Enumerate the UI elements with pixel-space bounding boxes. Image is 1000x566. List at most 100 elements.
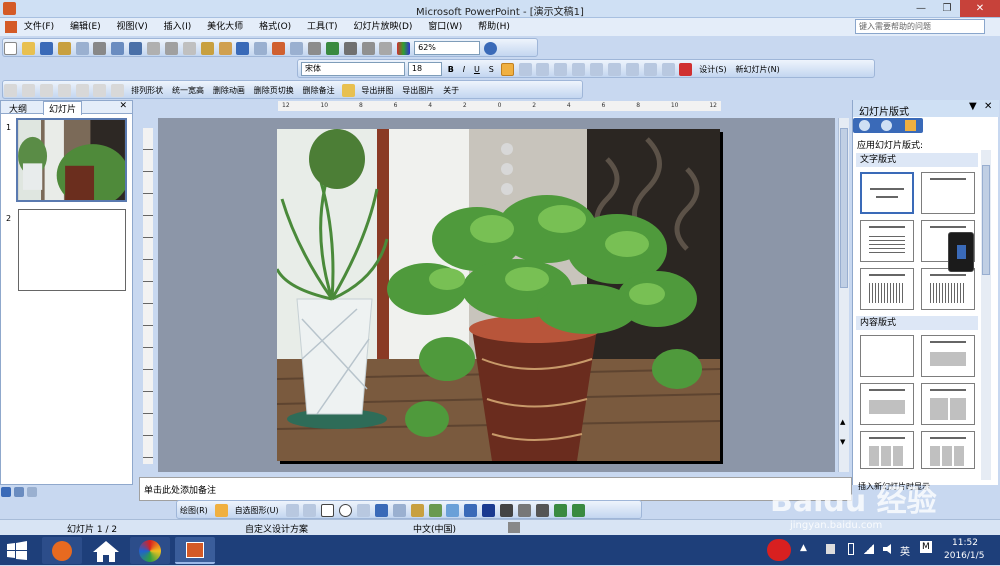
layout-bullets[interactable]	[860, 268, 914, 310]
sorter-view-icon[interactable]	[13, 487, 24, 497]
beautify-icon-5[interactable]	[75, 84, 89, 97]
format-painter-icon[interactable]	[218, 42, 232, 55]
clock-date[interactable]: 2016/1/5	[944, 551, 984, 561]
copy-icon[interactable]	[182, 42, 196, 55]
design-button[interactable]: 设计(S)	[699, 60, 726, 79]
ime-m-indicator[interactable]: M	[920, 541, 932, 553]
about-button[interactable]: 关于	[443, 81, 459, 100]
slideshow-view-icon[interactable]	[26, 487, 37, 497]
clipart-icon[interactable]	[410, 504, 424, 517]
back-icon[interactable]	[859, 120, 870, 131]
slide-canvas[interactable]	[277, 129, 720, 461]
layout-two-columns[interactable]	[921, 268, 975, 310]
tables-borders-icon[interactable]	[307, 42, 321, 55]
open-icon[interactable]	[21, 42, 35, 55]
restore-button[interactable]: ❐	[934, 0, 960, 17]
align-left-icon[interactable]	[500, 63, 514, 76]
home-taskbar-icon[interactable]	[86, 537, 126, 564]
underline-button[interactable]: U	[474, 60, 480, 79]
browser-taskbar-icon[interactable]	[42, 537, 82, 564]
beautify-icon-7[interactable]	[111, 84, 125, 97]
spelling-icon[interactable]	[129, 42, 143, 55]
minimize-button[interactable]: —	[908, 0, 934, 17]
numbering-icon[interactable]	[590, 63, 604, 76]
workspace-scrollbar[interactable]: ▲ ▼	[838, 118, 849, 472]
new-icon[interactable]	[4, 42, 17, 55]
beautify-icon-1[interactable]	[4, 84, 17, 97]
layout-four-content[interactable]	[921, 383, 975, 425]
close-icon[interactable]: ✕	[984, 101, 992, 112]
chart-icon[interactable]	[272, 42, 286, 55]
task-pane-scroll-thumb[interactable]	[982, 165, 990, 275]
print-preview-icon[interactable]	[111, 42, 125, 55]
text-direction-icon[interactable]	[572, 63, 586, 76]
research-icon[interactable]	[147, 42, 160, 55]
powerpoint-taskbar-icon[interactable]	[175, 537, 215, 564]
wordart-icon[interactable]	[374, 504, 388, 517]
doc-icon[interactable]	[5, 20, 17, 33]
diagram-icon[interactable]	[392, 504, 406, 517]
permission-icon[interactable]	[57, 42, 71, 55]
menu-insert[interactable]: 插入(I)	[164, 18, 192, 36]
menu-edit[interactable]: 编辑(E)	[70, 18, 101, 36]
line-style-icon[interactable]	[500, 504, 514, 517]
layout-blank[interactable]	[860, 335, 914, 377]
menu-tools[interactable]: 工具(T)	[307, 18, 338, 36]
distribute-icon[interactable]	[554, 63, 568, 76]
menu-view[interactable]: 视图(V)	[117, 18, 148, 36]
textbox-icon[interactable]	[357, 504, 371, 517]
tab-outline[interactable]: 大纲	[9, 102, 27, 115]
indent-icon[interactable]	[661, 63, 675, 76]
start-windows-icon[interactable]	[6, 537, 30, 564]
show-formatting-icon[interactable]	[361, 42, 375, 55]
color-grayscale-icon[interactable]	[397, 42, 411, 55]
menu-help[interactable]: 帮助(H)	[478, 18, 510, 36]
export-icon[interactable]	[341, 84, 355, 97]
beautify-icon-6[interactable]	[93, 84, 107, 97]
arrow-icon[interactable]	[303, 504, 317, 517]
font-color-icon[interactable]	[679, 63, 693, 76]
italic-button[interactable]: I	[463, 60, 465, 79]
help-icon[interactable]	[484, 42, 497, 55]
battery-tray-icon[interactable]	[848, 543, 854, 555]
normal-view-icon[interactable]	[1, 487, 11, 497]
layout-content[interactable]	[921, 335, 975, 377]
export-image-button[interactable]: 导出图片	[402, 81, 434, 100]
email-icon[interactable]	[75, 42, 89, 55]
hyperlink-icon[interactable]	[325, 42, 339, 55]
rectangle-icon[interactable]	[321, 504, 335, 517]
fill-color-icon[interactable]	[446, 504, 460, 517]
print-icon[interactable]	[93, 42, 107, 55]
chevron-up-icon[interactable]: ▲	[840, 418, 845, 426]
dash-style-icon[interactable]	[517, 504, 531, 517]
slide-thumbnail-1[interactable]	[16, 118, 127, 202]
delete-notes-button[interactable]: 删除备注	[303, 81, 335, 100]
shadow-style-icon[interactable]	[553, 504, 567, 517]
draw-menu-button[interactable]: 绘图(R)	[180, 501, 208, 520]
flag-tray-icon[interactable]	[826, 544, 835, 554]
grid-icon[interactable]	[379, 42, 393, 55]
select-pointer-icon[interactable]	[214, 504, 228, 517]
tray-expand-icon[interactable]: ▲	[800, 543, 807, 553]
notes-pane[interactable]: 单击此处添加备注	[139, 477, 852, 501]
oval-icon[interactable]	[339, 504, 353, 517]
line-icon[interactable]	[285, 504, 299, 517]
menu-beautify[interactable]: 美化大师	[207, 18, 243, 36]
layout-content-grid-1[interactable]	[860, 431, 914, 469]
shadow-button[interactable]: S	[489, 60, 494, 79]
layout-title-only[interactable]	[921, 172, 975, 214]
font-size-select[interactable]: 18	[407, 62, 442, 76]
chevron-down-icon[interactable]: ▼	[840, 438, 845, 446]
layout-title-text[interactable]	[860, 220, 914, 262]
network-tray-icon[interactable]	[864, 544, 874, 554]
forward-icon[interactable]	[881, 120, 892, 131]
bullets-icon[interactable]	[607, 63, 621, 76]
3d-style-icon[interactable]	[571, 504, 585, 517]
save-icon[interactable]	[39, 42, 53, 55]
spellcheck-icon[interactable]	[508, 522, 520, 533]
paste-icon[interactable]	[200, 42, 214, 55]
menu-slideshow[interactable]: 幻灯片放映(D)	[353, 18, 412, 36]
menu-file[interactable]: 文件(F)	[24, 18, 54, 36]
font-select[interactable]: 宋体	[301, 62, 405, 76]
close-panel-icon[interactable]: ✕	[119, 101, 127, 111]
